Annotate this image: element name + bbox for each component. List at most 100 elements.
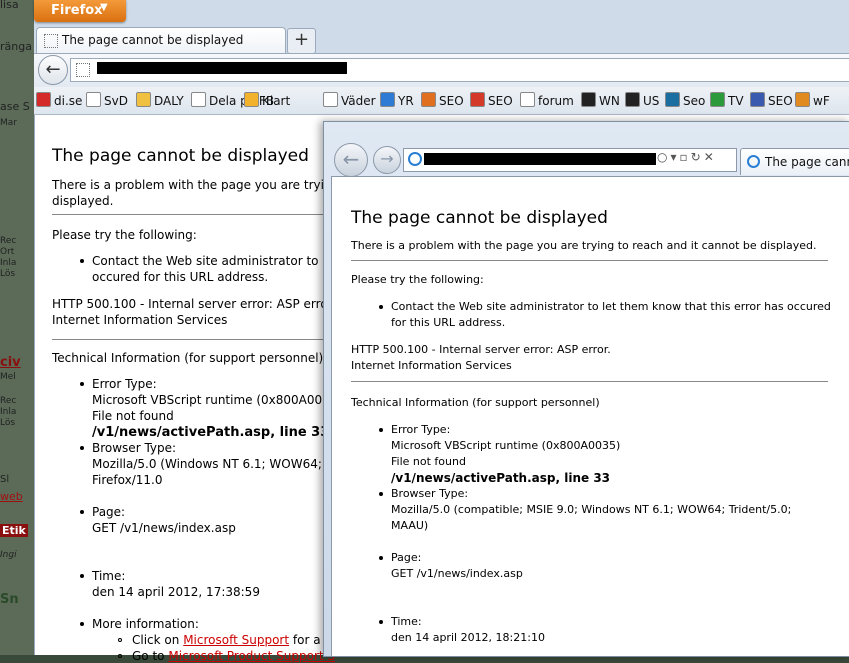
ie-tab[interactable]: The page canno (740, 148, 849, 175)
bookmark-label: US (643, 94, 660, 108)
try-heading: Please try the following: (52, 228, 197, 242)
ie-back-button[interactable]: ← (334, 143, 368, 177)
bookmark-favicon-icon (380, 92, 395, 107)
bookmark-label: SEO (488, 94, 513, 108)
background-text: web (0, 490, 23, 503)
firefox-tab[interactable]: The page cannot be displayed (36, 27, 286, 54)
bookmark-item[interactable]: forum (520, 92, 574, 108)
error-type-value: File not found (391, 455, 466, 468)
bookmark-item[interactable]: US (625, 92, 659, 108)
http-error: HTTP 500.100 - Internal server error: AS… (351, 343, 611, 356)
microsoft-support-link[interactable]: Microsoft Support (183, 633, 289, 647)
bookmark-item[interactable]: SvD (86, 92, 128, 108)
chevron-down-icon: ▼ (100, 2, 108, 13)
bookmark-label: DALY (154, 94, 184, 108)
bookmark-favicon-icon (421, 92, 436, 107)
bookmark-item[interactable]: YR (380, 92, 414, 108)
intro-text: displayed. (52, 194, 114, 208)
browser-type-value: Firefox/11.0 (92, 473, 163, 487)
bookmark-favicon-icon (750, 92, 765, 107)
divider (52, 339, 324, 340)
bookmark-label: WN (599, 94, 620, 108)
bookmark-item[interactable]: TV (710, 92, 744, 108)
bookmark-item[interactable]: SEO (750, 92, 793, 108)
bookmark-label: SEO (439, 94, 464, 108)
time-value: den 14 april 2012, 17:38:59 (92, 585, 260, 599)
bookmark-favicon-icon (244, 92, 259, 107)
redacted-url (97, 62, 347, 74)
bookmark-label: SvD (104, 94, 128, 108)
intro-text: There is a problem with the page you are… (351, 239, 817, 252)
refresh-icon[interactable]: ↻ (691, 150, 704, 164)
bullet (80, 446, 84, 450)
error-type-label: Error Type: (391, 423, 451, 436)
error-type-value: Microsoft VBScript runtime (0x800A0035) (391, 439, 621, 452)
time-label: Time: (92, 569, 126, 583)
bookmark-item[interactable]: wF (795, 92, 830, 108)
bookmark-favicon-icon (191, 92, 206, 107)
time-label: Time: (391, 615, 422, 628)
bookmark-item[interactable]: Klart (244, 92, 290, 108)
browser-type-label: Browser Type: (92, 441, 177, 455)
page-value: GET /v1/news/index.asp (92, 521, 236, 535)
bookmark-label: TV (728, 94, 744, 108)
background-window-left: lisa ränga ase S Mar Rec Ort Inla Lös ci… (0, 0, 34, 655)
bullet (80, 574, 84, 578)
ie-logo-icon (408, 152, 422, 166)
bookmark-label: SEO (768, 94, 793, 108)
bookmark-label: forum (538, 94, 574, 108)
suggestion-text: for this URL address. (391, 316, 506, 329)
browser-type-value: Mozilla/5.0 (Windows NT 6.1; WOW64; r (92, 457, 331, 471)
browser-type-label: Browser Type: (391, 487, 469, 500)
bookmark-item[interactable]: Seo (665, 92, 705, 108)
server-name: Internet Information Services (351, 359, 512, 372)
firefox-menu-button[interactable]: Firefox ▼ (34, 0, 126, 22)
bookmark-item[interactable]: SEO (470, 92, 513, 108)
bookmark-favicon-icon (36, 92, 51, 107)
background-text: lisa (0, 0, 19, 11)
bullet (80, 510, 84, 514)
more-info-item: Click on Microsoft Support for a li (132, 633, 331, 647)
bullet (118, 638, 122, 642)
page-title: The page cannot be displayed (52, 146, 309, 166)
search-icon[interactable]: ○ (657, 150, 670, 164)
bookmark-label: YR (398, 94, 414, 108)
bookmark-item[interactable]: di.se (36, 92, 82, 108)
firefox-menu-label: Firefox (51, 3, 103, 18)
page-label: Page: (391, 551, 422, 564)
page-title: The page cannot be displayed (351, 208, 608, 228)
bookmark-item[interactable]: WN (581, 92, 620, 108)
http-error: HTTP 500.100 - Internal server error: AS… (52, 297, 333, 311)
new-tab-button[interactable]: + (287, 28, 316, 54)
close-icon[interactable]: ✕ (704, 150, 717, 164)
bookmark-label: Väder (341, 94, 376, 108)
page-label: Page: (92, 505, 126, 519)
more-info-text: Go to (132, 649, 165, 663)
suggestion-text: occured for this URL address. (92, 270, 269, 284)
divider (351, 260, 828, 261)
background-text: Ingi (0, 550, 17, 560)
microsoft-product-support-link[interactable]: Microsoft Product Support S (168, 649, 335, 663)
background-text: Lös (0, 418, 16, 428)
ie-forward-button[interactable]: → (373, 146, 401, 174)
bookmark-favicon-icon (625, 92, 640, 107)
background-text: Rec (0, 396, 17, 406)
intro-text: There is a problem with the page you are… (52, 178, 340, 192)
ie-logo-icon (747, 155, 760, 168)
error-type-label: Error Type: (92, 377, 157, 391)
page-icon (44, 34, 58, 48)
bookmark-favicon-icon (470, 92, 485, 107)
bookmark-item[interactable]: DALY (136, 92, 184, 108)
bookmark-label: Seo (683, 94, 706, 108)
dropdown-icon[interactable]: ▾ (670, 150, 679, 164)
error-file: /v1/news/activePath.asp, line 33 (92, 425, 330, 440)
compatibility-icon[interactable]: ▫ (680, 150, 691, 164)
bookmark-item[interactable]: Väder (323, 92, 376, 108)
back-button[interactable]: ← (38, 55, 68, 85)
bookmark-item[interactable]: SEO (421, 92, 464, 108)
bookmark-favicon-icon (323, 92, 338, 107)
bullet (80, 382, 84, 386)
page-value: GET /v1/news/index.asp (391, 567, 523, 580)
background-text: Sl (0, 474, 10, 485)
background-text: Inla (0, 258, 17, 268)
